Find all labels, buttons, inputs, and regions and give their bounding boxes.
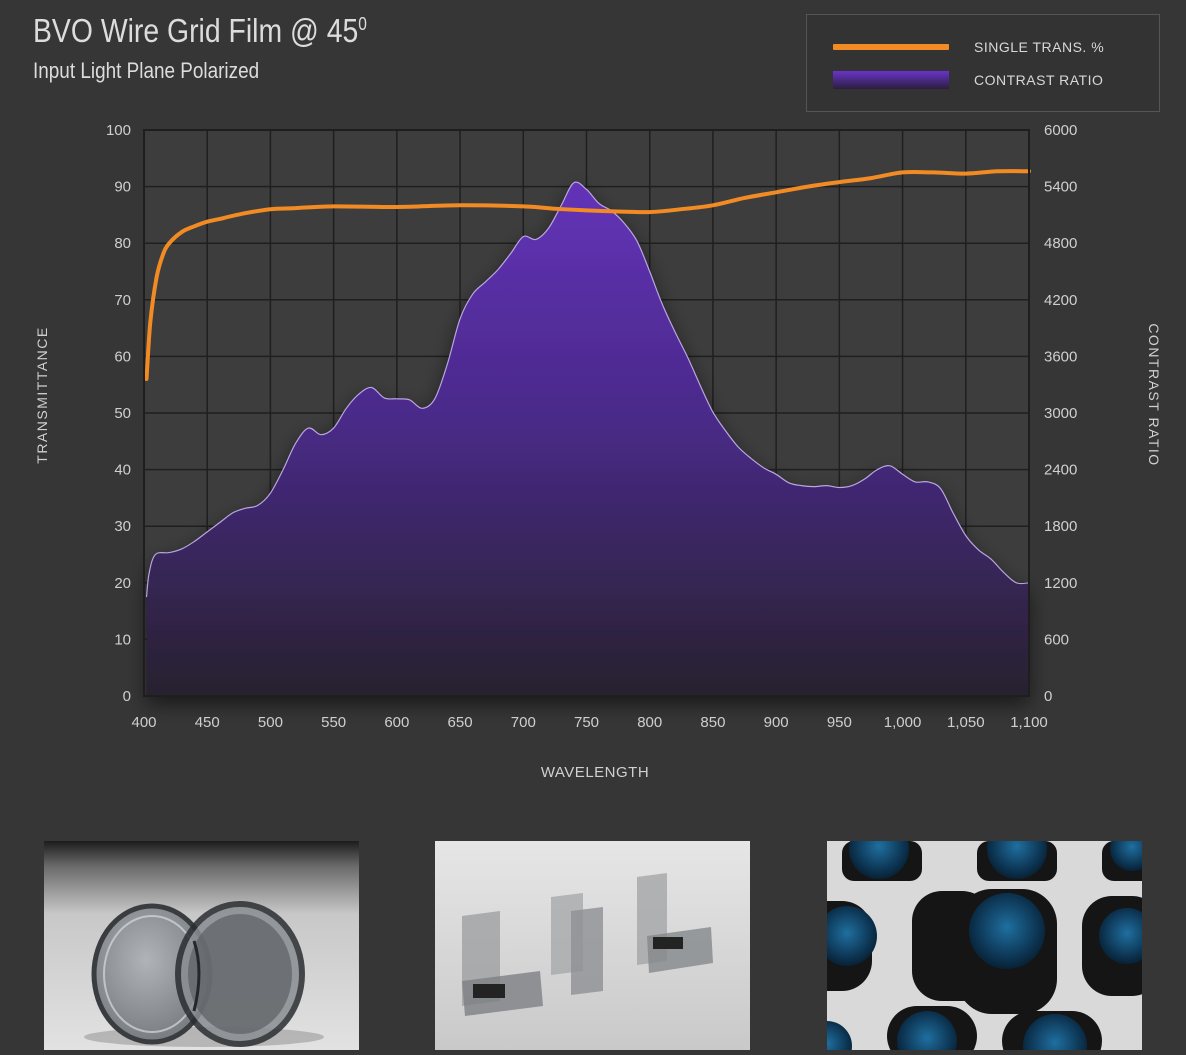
y-tick-label: 90 bbox=[114, 179, 131, 196]
y2-tick-label: 1200 bbox=[1044, 575, 1077, 592]
y2-tick-label: 0 bbox=[1044, 688, 1052, 705]
y-tick-label: 30 bbox=[114, 518, 131, 535]
x-tick-label: 1,000 bbox=[884, 714, 922, 731]
y-tick-label: 20 bbox=[114, 575, 131, 592]
x-tick-label: 1,050 bbox=[947, 714, 985, 731]
y-tick-label: 10 bbox=[114, 631, 131, 648]
x-tick-label: 1,100 bbox=[1010, 714, 1048, 731]
y-tick-label: 80 bbox=[114, 235, 131, 252]
y-tick-label: 50 bbox=[114, 405, 131, 422]
x-tick-label: 650 bbox=[448, 714, 473, 731]
polarizer-discs-photo bbox=[44, 841, 359, 1050]
y2-tick-label: 5400 bbox=[1044, 179, 1077, 196]
x-tick-label: 850 bbox=[700, 714, 725, 731]
y2-tick-label: 2400 bbox=[1044, 462, 1077, 479]
y2-tick-label: 4200 bbox=[1044, 292, 1077, 309]
x-tick-label: 400 bbox=[131, 714, 156, 731]
transmittance-chart: 400 450 500 550 600 650 700 750 800 850 900 950 1,00… bbox=[34, 122, 1162, 781]
y-tick-label: 40 bbox=[114, 462, 131, 479]
x-tick-label: 550 bbox=[321, 714, 346, 731]
y2-tick-label: 6000 bbox=[1044, 122, 1077, 139]
y2-tick-label: 600 bbox=[1044, 631, 1069, 648]
mounted-polarizers-photo bbox=[827, 841, 1142, 1050]
y-tick-label: 60 bbox=[114, 348, 131, 365]
y-axis-label: TRANSMITTANCE bbox=[34, 326, 50, 463]
y2-tick-label: 3600 bbox=[1044, 348, 1077, 365]
x-axis-label: WAVELENGTH bbox=[541, 764, 649, 781]
x-tick-label: 750 bbox=[574, 714, 599, 731]
x-tick-label: 700 bbox=[511, 714, 536, 731]
slide-polarizers-photo bbox=[435, 841, 750, 1050]
x-tick-label: 800 bbox=[637, 714, 662, 731]
y-tick-label: 100 bbox=[106, 122, 131, 139]
y-tick-label: 70 bbox=[114, 292, 131, 309]
x-tick-label: 900 bbox=[764, 714, 789, 731]
y2-tick-label: 1800 bbox=[1044, 518, 1077, 535]
x-tick-label: 450 bbox=[195, 714, 220, 731]
x-tick-label: 950 bbox=[827, 714, 852, 731]
y-tick-label: 0 bbox=[123, 688, 131, 705]
x-tick-label: 600 bbox=[384, 714, 409, 731]
y2-axis-label: CONTRAST RATIO bbox=[1146, 323, 1162, 466]
y2-tick-label: 3000 bbox=[1044, 405, 1077, 422]
y2-tick-label: 4800 bbox=[1044, 235, 1077, 252]
x-tick-label: 500 bbox=[258, 714, 283, 731]
